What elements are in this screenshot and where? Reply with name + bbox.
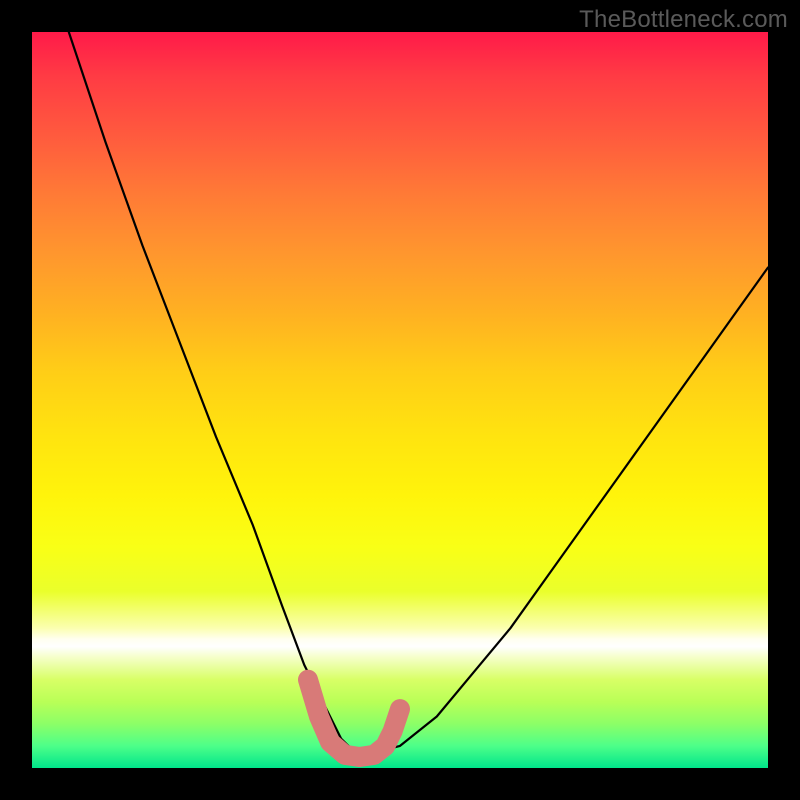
bottleneck-curve bbox=[69, 32, 768, 753]
bottleneck-chart bbox=[32, 32, 768, 768]
optimal-range-highlight bbox=[308, 680, 400, 757]
plot-area bbox=[32, 32, 768, 768]
chart-frame: TheBottleneck.com bbox=[0, 0, 800, 800]
watermark-text: TheBottleneck.com bbox=[579, 6, 788, 34]
